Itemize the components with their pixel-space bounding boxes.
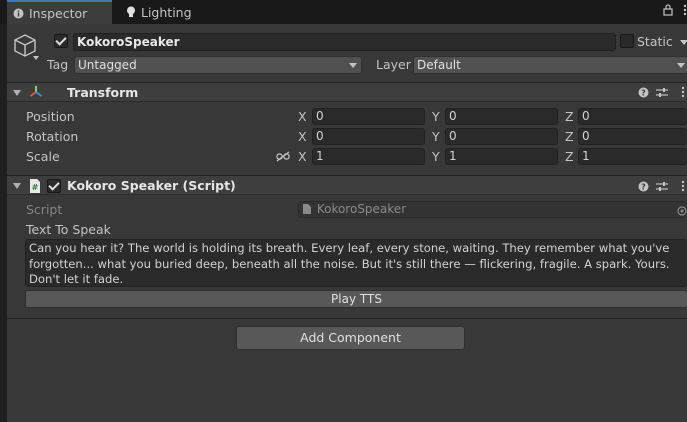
tab-bar: Inspector Lighting	[0, 0, 687, 24]
text-to-speak-textarea[interactable]: Can you hear it? The world is holding it…	[25, 239, 687, 287]
position-x-field[interactable]: 0	[312, 108, 425, 125]
script-enabled-checkbox[interactable]	[47, 179, 61, 193]
help-icon[interactable]: ?	[637, 86, 649, 98]
svg-text:?: ?	[641, 182, 646, 191]
tab-lighting[interactable]: Lighting	[120, 0, 220, 24]
static-dropdown-arrow-icon[interactable]	[680, 40, 687, 45]
script-component-title: Kokoro Speaker (Script)	[67, 178, 236, 193]
rotation-y-field[interactable]: 0	[445, 128, 558, 145]
help-icon[interactable]: ?	[637, 180, 649, 192]
position-label: Position	[26, 109, 75, 124]
add-component-button[interactable]: Add Component	[236, 326, 465, 350]
tag-dropdown-value: Untagged	[78, 58, 137, 72]
axis-y-label[interactable]: Y	[432, 150, 440, 164]
preset-sliders-icon[interactable]	[656, 180, 668, 192]
lock-icon[interactable]	[663, 4, 673, 19]
layer-dropdown[interactable]: Default	[413, 56, 687, 74]
foldout-arrow-icon[interactable]	[13, 183, 21, 189]
gameobject-cube-icon[interactable]	[13, 32, 41, 65]
script-label: Script	[26, 202, 63, 217]
transform-axes-icon	[29, 85, 43, 102]
rotation-x-field[interactable]: 0	[312, 128, 425, 145]
left-dock-strip	[0, 24, 7, 422]
axis-z-label[interactable]: Z	[565, 150, 574, 164]
axis-x-label[interactable]: X	[298, 110, 307, 124]
tag-label: Tag	[47, 57, 69, 72]
svg-text:?: ?	[641, 88, 646, 97]
layer-label: Layer	[376, 57, 411, 72]
kebab-menu-icon[interactable]	[683, 4, 687, 19]
tab-lighting-label: Lighting	[141, 4, 192, 20]
transform-title: Transform	[67, 85, 139, 100]
rotation-label: Rotation	[26, 129, 79, 144]
axis-z-label[interactable]: Z	[565, 110, 574, 124]
play-tts-button[interactable]: Play TTS	[25, 290, 687, 308]
components-divider	[7, 318, 687, 319]
kebab-menu-icon[interactable]	[677, 86, 687, 98]
scale-z-field[interactable]: 1	[578, 148, 687, 165]
lightbulb-icon	[126, 6, 136, 18]
gameobject-active-checkbox[interactable]	[54, 34, 68, 48]
position-y-field[interactable]: 0	[445, 108, 558, 125]
tab-bar-controls	[663, 4, 687, 19]
object-picker-icon[interactable]	[677, 205, 687, 219]
scale-label: Scale	[26, 149, 60, 164]
chevron-down-icon	[349, 63, 357, 68]
rotation-z-field[interactable]: 0	[578, 128, 687, 145]
static-label: Static	[637, 34, 673, 49]
scale-y-field[interactable]: 1	[445, 148, 558, 165]
axis-y-label[interactable]: Y	[432, 110, 440, 124]
info-icon	[13, 8, 24, 19]
tab-inspector[interactable]: Inspector	[7, 0, 112, 24]
tag-dropdown[interactable]: Untagged	[74, 56, 362, 74]
constrain-proportions-icon[interactable]	[276, 151, 290, 165]
axis-x-label[interactable]: X	[298, 130, 307, 144]
csharp-script-icon: #	[29, 179, 41, 196]
text-to-speak-label: Text To Speak	[26, 222, 111, 237]
gameobject-name-field[interactable]: KokoroSpeaker	[73, 33, 616, 51]
chevron-down-icon	[677, 63, 685, 68]
svg-text:#: #	[32, 183, 39, 192]
script-reference-value: KokoroSpeaker	[316, 202, 407, 216]
kebab-menu-icon[interactable]	[677, 180, 687, 192]
axis-y-label[interactable]: Y	[432, 130, 440, 144]
scale-x-field[interactable]: 1	[312, 148, 425, 165]
script-reference-field: KokoroSpeaker	[298, 201, 687, 218]
script-file-icon	[303, 203, 311, 217]
preset-sliders-icon[interactable]	[656, 86, 668, 98]
axis-x-label[interactable]: X	[298, 150, 307, 164]
axis-z-label[interactable]: Z	[565, 130, 574, 144]
position-z-field[interactable]: 0	[578, 108, 687, 125]
foldout-arrow-icon[interactable]	[13, 90, 21, 96]
static-checkbox[interactable]	[620, 34, 634, 48]
tab-inspector-label: Inspector	[29, 5, 88, 21]
layer-dropdown-value: Default	[417, 58, 461, 72]
